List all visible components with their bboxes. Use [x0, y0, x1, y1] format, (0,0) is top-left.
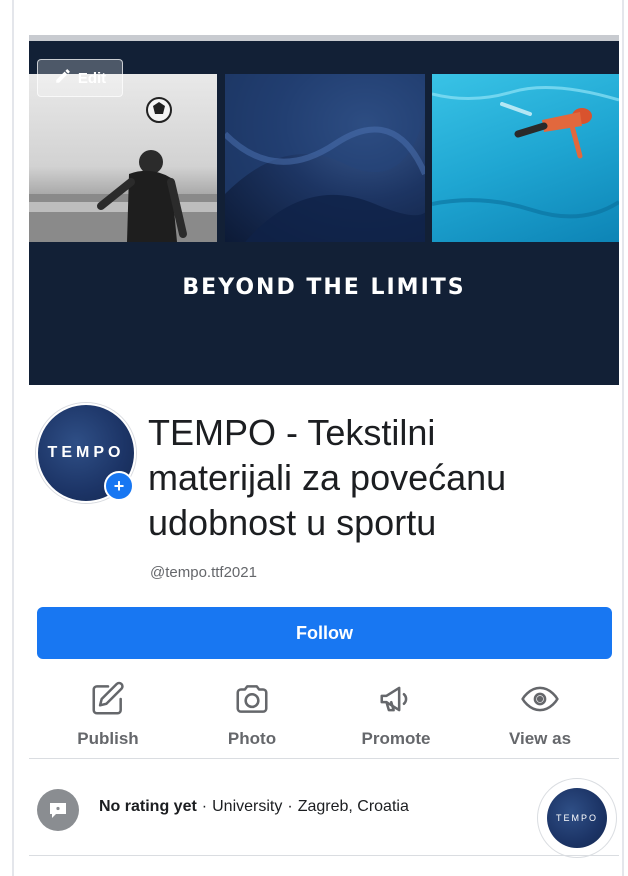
photo-fabric	[225, 74, 425, 242]
rating-text: No rating yet	[99, 798, 197, 815]
photo-soccer	[29, 74, 217, 242]
edit-square-icon	[89, 680, 127, 723]
pencil-icon	[54, 67, 72, 89]
mini-avatar-image: TEMPO	[547, 788, 607, 848]
cover-title: BEYOND THE LIMITS	[182, 275, 466, 300]
camera-icon	[233, 680, 271, 723]
photo-swimmer	[432, 74, 619, 242]
cover-top-band	[29, 35, 619, 41]
page-frame-right	[622, 0, 624, 876]
promote-button[interactable]: Promote	[336, 680, 456, 748]
follow-button[interactable]: Follow	[37, 607, 612, 659]
add-photo-plus-icon[interactable]: +	[104, 471, 134, 501]
location-text[interactable]: Zagreb, Croatia	[298, 798, 409, 815]
category-text[interactable]: University	[212, 798, 282, 815]
view-as-label: View as	[508, 729, 572, 748]
megaphone-icon	[377, 680, 415, 723]
promote-label: Promote	[361, 729, 431, 748]
photo-button[interactable]: Photo	[192, 680, 312, 748]
mini-profile-avatar[interactable]: TEMPO	[537, 778, 617, 858]
publish-button[interactable]: Publish	[48, 680, 168, 748]
eye-icon	[521, 680, 559, 723]
separator-dot: ·	[201, 798, 208, 815]
avatar-text: TEMPO	[47, 444, 125, 461]
cover-photo[interactable]: BEYOND THE LIMITS Edit	[29, 35, 619, 385]
page-handle: @tempo.ttf2021	[150, 564, 257, 581]
page-title: TEMPO - Tekstilni materijali za povećanu…	[148, 412, 507, 543]
divider	[29, 855, 619, 856]
edit-cover-button[interactable]: Edit	[37, 59, 123, 97]
publish-label: Publish	[77, 729, 139, 748]
mini-avatar-text: TEMPO	[555, 813, 598, 823]
view-as-button[interactable]: View as	[480, 680, 600, 748]
review-bubble-icon	[37, 789, 79, 831]
divider	[29, 758, 619, 759]
page-info-line: No rating yet · University · Zagreb, Croatia	[99, 798, 409, 816]
separator-dot: ·	[287, 798, 293, 815]
edit-label: Edit	[77, 69, 107, 87]
photo-label: Photo	[227, 729, 277, 748]
page-frame-left	[12, 0, 14, 876]
